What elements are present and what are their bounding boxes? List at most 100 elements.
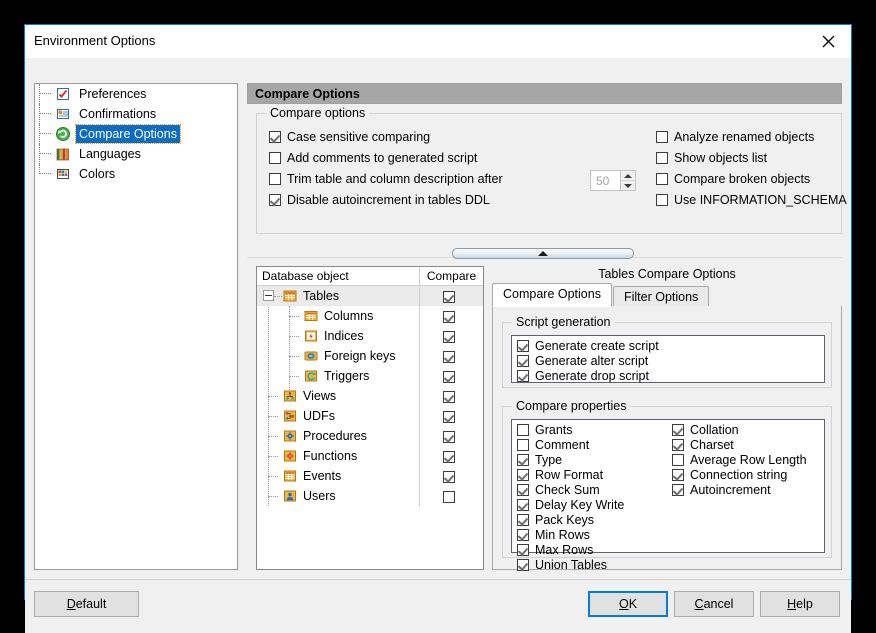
table-row[interactable]: Tables	[257, 286, 483, 306]
screen: Environment Options	[0, 0, 876, 624]
row-compare-checkbox[interactable]	[443, 431, 455, 443]
checkbox-trim-table-and-column-description-after[interactable]: Trim table and column description after	[269, 172, 503, 186]
sidebar-item-compare-options[interactable]: Compare Options	[35, 124, 237, 144]
table-row[interactable]: UDFs	[257, 406, 483, 426]
row-compare-checkbox[interactable]	[443, 471, 455, 483]
options-nav-tree[interactable]: Preferences Confirmations	[34, 83, 238, 570]
row-label-wrap: Procedures	[257, 428, 419, 444]
checkbox-box	[517, 544, 529, 556]
chevron-up-glyph	[538, 251, 548, 256]
row-compare-checkbox[interactable]	[443, 331, 455, 343]
tables-compare-options-tabs[interactable]: Compare Options Filter Options	[492, 285, 842, 308]
tables-compare-options-panel: Tables Compare Options Compare Options F…	[492, 266, 842, 570]
spinner-down-icon[interactable]	[620, 181, 635, 190]
checkbox-box	[517, 340, 529, 352]
cancel-button[interactable]: Cancel	[674, 591, 754, 617]
table-row[interactable]: Functions	[257, 446, 483, 466]
checkbox-use-information-schema[interactable]: Use INFORMATION_SCHEMA	[656, 193, 847, 207]
row-compare-checkbox[interactable]	[443, 451, 455, 463]
checkbox-delay-key-write[interactable]: Delay Key Write	[517, 498, 624, 512]
table-row[interactable]: Views	[257, 386, 483, 406]
table-row[interactable]: Events	[257, 466, 483, 486]
sidebar-item-preferences[interactable]: Preferences	[35, 84, 237, 104]
sidebar-item-languages[interactable]: Languages	[35, 144, 237, 164]
tree-connector	[39, 153, 51, 155]
checkbox-generate-create-script[interactable]: Generate create script	[517, 339, 659, 353]
window-title: Environment Options	[34, 33, 155, 48]
row-compare-cell[interactable]	[419, 426, 483, 446]
tree-collapse-icon[interactable]	[263, 290, 274, 301]
row-compare-cell[interactable]	[419, 306, 483, 326]
checkbox-pack-keys[interactable]: Pack Keys	[517, 513, 594, 527]
table-row[interactable]: Foreign keys	[257, 346, 483, 366]
checkbox-label: Compare broken objects	[674, 172, 810, 186]
ok-button[interactable]: OK	[588, 591, 668, 617]
collapse-up-chevron-icon[interactable]	[452, 248, 634, 259]
help-button[interactable]: Help	[760, 591, 840, 617]
row-compare-checkbox[interactable]	[443, 491, 455, 503]
table-row[interactable]: Triggers	[257, 366, 483, 386]
tab-compare-options[interactable]: Compare Options	[492, 283, 612, 307]
checkbox-type[interactable]: Type	[517, 453, 562, 467]
checkbox-check-sum[interactable]: Check Sum	[517, 483, 600, 497]
checkbox-autoincrement[interactable]: Autoincrement	[672, 483, 771, 497]
close-icon[interactable]	[805, 25, 851, 57]
help-button-label: elp	[796, 597, 813, 611]
checkbox-compare-broken-objects[interactable]: Compare broken objects	[656, 172, 810, 186]
checkbox-analyze-renamed-objects[interactable]: Analyze renamed objects	[656, 130, 814, 144]
row-compare-checkbox[interactable]	[443, 351, 455, 363]
row-compare-cell[interactable]	[419, 406, 483, 426]
checkbox-min-rows[interactable]: Min Rows	[517, 528, 590, 542]
sidebar-item-confirmations[interactable]: Confirmations	[35, 104, 237, 124]
row-compare-checkbox[interactable]	[443, 391, 455, 403]
checkbox-case-sensitive-comparing[interactable]: Case sensitive comparing	[269, 130, 430, 144]
row-compare-cell[interactable]	[419, 466, 483, 486]
checkbox-row-format[interactable]: Row Format	[517, 468, 603, 482]
events-icon	[282, 468, 298, 484]
row-compare-cell[interactable]	[419, 366, 483, 386]
checkbox-charset[interactable]: Charset	[672, 438, 734, 452]
table-row[interactable]: Columns	[257, 306, 483, 326]
checkbox-connection-string[interactable]: Connection string	[672, 468, 787, 482]
row-compare-checkbox[interactable]	[443, 371, 455, 383]
row-compare-checkbox[interactable]	[443, 291, 455, 303]
spinner-up-icon[interactable]	[620, 171, 635, 181]
row-compare-cell[interactable]	[419, 386, 483, 406]
checkbox-average-row-length[interactable]: Average Row Length	[672, 453, 807, 467]
default-button[interactable]: Default	[34, 591, 139, 617]
udfs-icon	[282, 408, 298, 424]
checkbox-comment[interactable]: Comment	[517, 438, 589, 452]
checkbox-box	[517, 454, 529, 466]
checkbox-show-objects-list[interactable]: Show objects list	[656, 151, 767, 165]
checkbox-disable-autoincrement-in-tables-ddl[interactable]: Disable autoincrement in tables DDL	[269, 193, 490, 207]
checkbox-union-tables[interactable]: Union Tables	[517, 558, 607, 572]
compare-properties-list[interactable]: Grants Comment Type	[511, 419, 825, 553]
checkbox-box	[517, 424, 529, 436]
checkbox-add-comments-to-generated-script[interactable]: Add comments to generated script	[269, 151, 477, 165]
row-compare-cell[interactable]	[419, 286, 483, 306]
table-row[interactable]: Indices	[257, 326, 483, 346]
row-compare-cell[interactable]	[419, 346, 483, 366]
script-generation-list[interactable]: Generate create script Generate alter sc…	[511, 335, 825, 383]
checkbox-max-rows[interactable]: Max Rows	[517, 543, 593, 557]
row-compare-checkbox[interactable]	[443, 311, 455, 323]
checkbox-grants[interactable]: Grants	[517, 423, 573, 437]
row-compare-checkbox[interactable]	[443, 411, 455, 423]
checkbox-collation[interactable]: Collation	[672, 423, 739, 437]
tree-connector	[268, 456, 278, 457]
row-label: Users	[303, 489, 336, 503]
database-object-list[interactable]: Database object Compare	[256, 266, 484, 570]
row-compare-cell[interactable]	[419, 486, 483, 506]
table-row[interactable]: Users	[257, 486, 483, 506]
sidebar-item-colors[interactable]: Colors	[35, 164, 237, 184]
checkbox-label: Generate alter script	[535, 354, 648, 368]
tab-filter-options[interactable]: Filter Options	[613, 286, 709, 307]
checkbox-generate-alter-script[interactable]: Generate alter script	[517, 354, 648, 368]
languages-icon	[55, 146, 71, 162]
table-row[interactable]: Procedures	[257, 426, 483, 446]
checkbox-label: Generate drop script	[535, 369, 649, 383]
row-compare-cell[interactable]	[419, 446, 483, 466]
row-compare-cell[interactable]	[419, 326, 483, 346]
trim-length-spinner[interactable]: 50	[590, 170, 636, 191]
checkbox-generate-drop-script[interactable]: Generate drop script	[517, 369, 649, 383]
